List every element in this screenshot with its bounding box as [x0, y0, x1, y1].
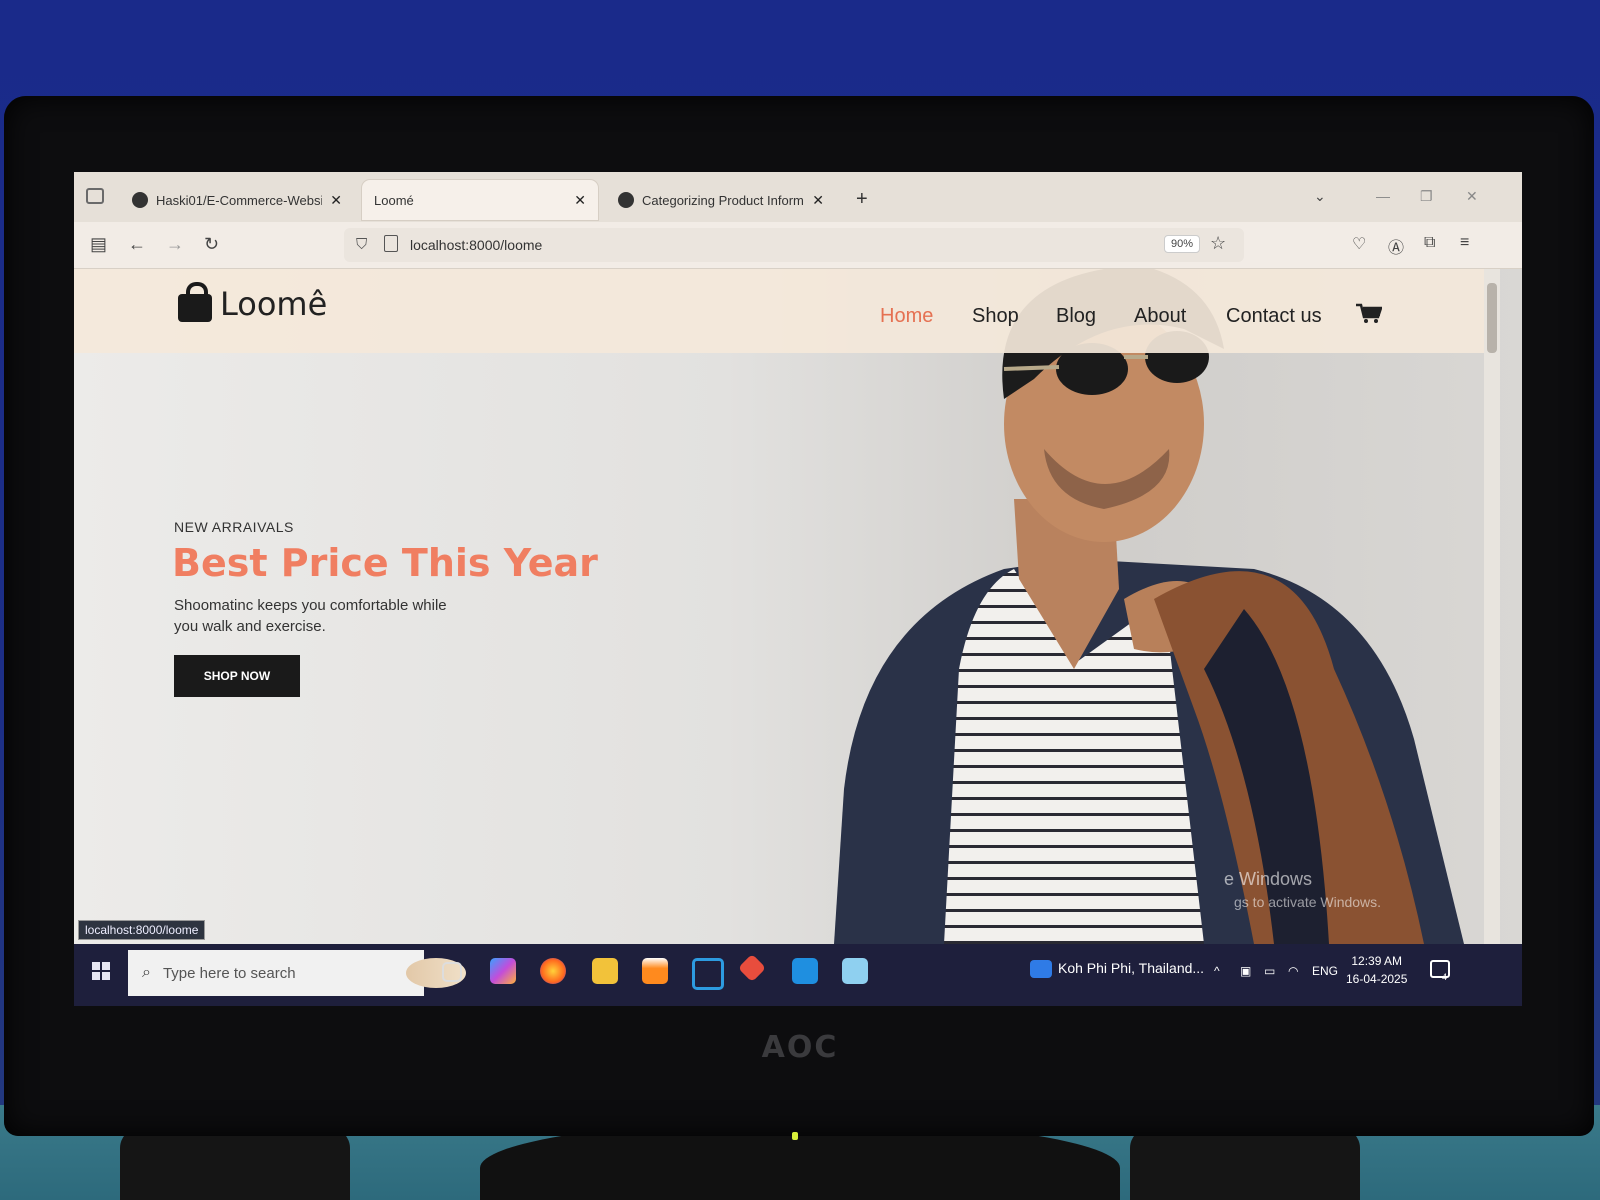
- zoom-badge[interactable]: 90%: [1164, 235, 1201, 253]
- hero-headline: Best Price This Year: [172, 541, 598, 585]
- address-bar[interactable]: ⛉ localhost:8000/loome 90% ☆: [344, 228, 1244, 262]
- clock-date: 16-04-2025: [1346, 972, 1408, 986]
- nav-home[interactable]: Home: [880, 305, 933, 328]
- sidebar-toggle-icon[interactable]: ▤: [90, 234, 107, 255]
- copilot-icon[interactable]: [490, 958, 516, 984]
- globe-icon: [618, 192, 634, 208]
- git-icon[interactable]: [737, 953, 767, 983]
- hero-subtitle: Shoomatinc keeps you comfortable while y…: [174, 597, 447, 635]
- news-widget-text[interactable]: Koh Phi Phi, Thailand...: [1058, 960, 1204, 976]
- activate-windows-text: gs to activate Windows.: [1234, 894, 1382, 910]
- nav-contact[interactable]: Contact us: [1226, 305, 1322, 328]
- search-placeholder: Type here to search: [162, 964, 296, 982]
- remote-app-icon[interactable]: [692, 958, 724, 990]
- hero-eyebrow: NEW ARRAIVALS: [174, 519, 294, 535]
- close-icon[interactable]: ✕: [574, 192, 586, 209]
- tab-bar: Haski01/E-Commerce-Webside ✕ Loomé ✕ Cat…: [74, 172, 1522, 222]
- new-tab-button[interactable]: +: [856, 188, 868, 211]
- account-icon[interactable]: Ⓐ: [1388, 234, 1404, 258]
- reload-icon[interactable]: ↻: [204, 234, 219, 255]
- shield-icon[interactable]: ⛉: [356, 236, 367, 253]
- close-icon[interactable]: ✕: [812, 192, 824, 209]
- language-indicator[interactable]: ENG: [1312, 964, 1338, 978]
- logo-text: Loomê: [220, 285, 328, 323]
- tab-github[interactable]: Haski01/E-Commerce-Webside ✕: [120, 180, 354, 220]
- nav-blog[interactable]: Blog: [1056, 305, 1096, 328]
- vscode-icon[interactable]: [792, 958, 818, 984]
- activate-windows-title: e Windows: [1224, 869, 1313, 889]
- task-view-icon[interactable]: [442, 962, 462, 982]
- web-page: Loomê Home Shop Blog About Contact us NE…: [74, 269, 1522, 944]
- shop-now-button[interactable]: SHOP NOW: [174, 655, 300, 697]
- vlc-icon[interactable]: [642, 958, 668, 984]
- scrollbar-thumb[interactable]: [1487, 283, 1497, 353]
- tab-categorizing[interactable]: Categorizing Product Informatic ✕: [606, 180, 836, 220]
- site-logo[interactable]: Loomê: [178, 282, 328, 323]
- url-text[interactable]: localhost:8000/loome: [410, 237, 542, 253]
- notification-count: 4: [1442, 972, 1448, 982]
- navigation-bar: ▤ ← → ↻ ⛉ localhost:8000/loome 90% ☆ ♡ Ⓐ…: [74, 222, 1522, 269]
- restore-icon[interactable]: ❐: [1420, 188, 1433, 205]
- windows-taskbar: ⌕ Type here to search Koh Phi Phi, Thail…: [74, 944, 1522, 1006]
- tab-title: Haski01/E-Commerce-Webside: [156, 192, 323, 208]
- page-scrollbar[interactable]: [1484, 269, 1500, 944]
- close-icon[interactable]: ✕: [330, 192, 342, 209]
- news-widget-icon[interactable]: [1030, 960, 1052, 978]
- tab-overview-icon[interactable]: [86, 188, 104, 204]
- taskbar-clock[interactable]: 12:39 AM 16-04-2025: [1346, 952, 1407, 988]
- taskbar-search[interactable]: ⌕ Type here to search: [128, 950, 466, 996]
- extensions-icon[interactable]: ⧉: [1424, 234, 1435, 252]
- pocket-icon[interactable]: ♡: [1352, 234, 1366, 254]
- power-led: [792, 1132, 798, 1140]
- bookmark-star-icon[interactable]: ☆: [1210, 233, 1226, 254]
- firefox-icon[interactable]: [540, 958, 566, 984]
- forward-arrow-icon[interactable]: →: [166, 234, 184, 255]
- file-explorer-icon[interactable]: [592, 958, 618, 984]
- monitor-brand-logo: AOC: [761, 1030, 839, 1065]
- battery-icon[interactable]: ▭: [1264, 964, 1275, 978]
- hero-model-image: [834, 269, 1464, 944]
- app-icon[interactable]: [842, 958, 868, 984]
- tray-chevron-icon[interactable]: ^: [1214, 964, 1220, 978]
- tab-title: Categorizing Product Informatic: [642, 192, 804, 208]
- page-info-icon[interactable]: [384, 235, 398, 252]
- screen: Haski01/E-Commerce-Webside ✕ Loomé ✕ Cat…: [74, 172, 1522, 1006]
- window-close-icon[interactable]: ✕: [1466, 188, 1478, 205]
- nav-shop[interactable]: Shop: [972, 305, 1019, 328]
- github-icon: [132, 192, 148, 208]
- device-icon[interactable]: ▣: [1240, 964, 1251, 978]
- cart-icon[interactable]: [1356, 303, 1382, 323]
- shopping-bag-icon: [178, 282, 212, 322]
- search-icon: ⌕: [142, 964, 151, 981]
- clock-time: 12:39 AM: [1351, 954, 1403, 968]
- minimize-icon[interactable]: —: [1376, 188, 1390, 204]
- left-speaker: [120, 1128, 350, 1200]
- menu-icon[interactable]: ≡: [1460, 234, 1469, 252]
- tab-loome[interactable]: Loomé ✕: [362, 180, 598, 220]
- windows-start-icon[interactable]: [92, 962, 110, 980]
- nav-about[interactable]: About: [1134, 305, 1186, 328]
- tab-title: Loomé: [374, 192, 414, 208]
- wifi-icon[interactable]: ◠: [1288, 964, 1298, 978]
- right-speaker: [1130, 1128, 1360, 1200]
- tab-list-chevron-icon[interactable]: ⌄: [1314, 188, 1326, 205]
- back-arrow-icon[interactable]: ←: [128, 234, 146, 255]
- site-header: Loomê Home Shop Blog About Contact us: [74, 269, 1484, 353]
- status-link-preview: localhost:8000/loome: [78, 920, 206, 940]
